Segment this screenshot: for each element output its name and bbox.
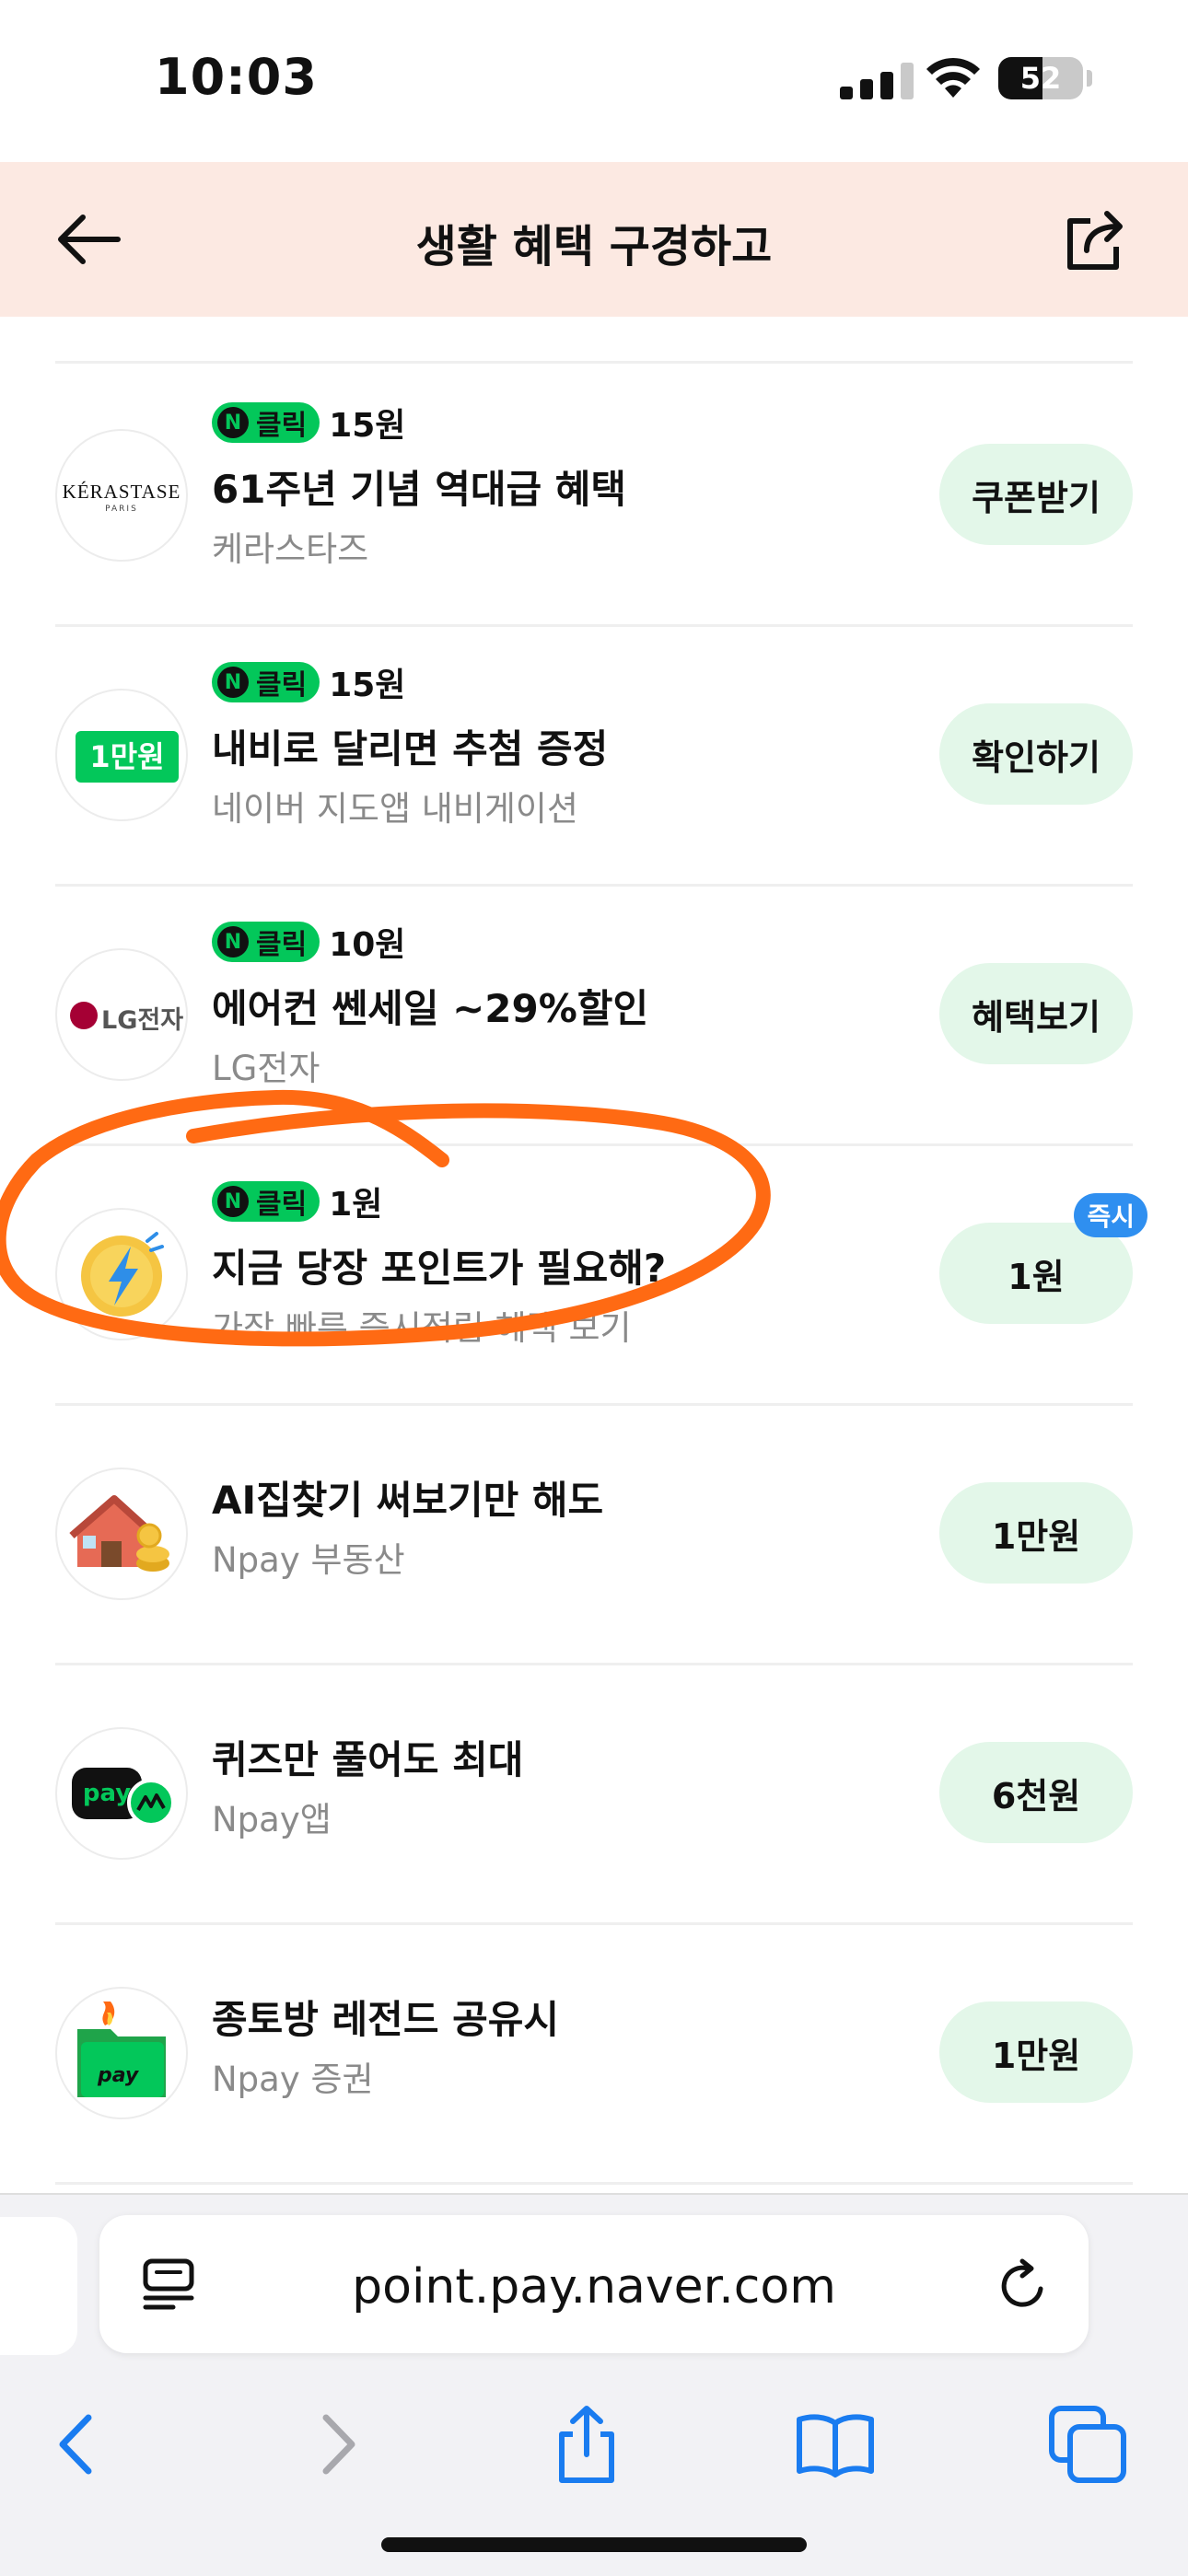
list-item[interactable]: AI집찾기 써보기만 해도 Npay 부동산 1만원 bbox=[55, 1403, 1133, 1665]
annotation-circle bbox=[0, 1089, 771, 1347]
navi-reward-logo: 1만원 bbox=[55, 689, 188, 821]
item-title: 퀴즈만 풀어도 최대 bbox=[212, 1737, 524, 1782]
item-subtitle: Npay 부동산 bbox=[212, 1540, 405, 1580]
list-item[interactable]: 1만원 N 클릭 15원 내비로 달리면 추첨 증정 네이버 지도앱 내비게이션 … bbox=[55, 624, 1133, 887]
click-reward: N 클릭 15원 bbox=[212, 401, 406, 445]
npay-stock-logo: pay bbox=[55, 1987, 188, 2119]
status-time: 10:03 bbox=[155, 48, 318, 106]
reward-amount: 15원 bbox=[329, 407, 406, 445]
battery-icon: 52 bbox=[998, 57, 1083, 99]
item-subtitle: Npay앱 bbox=[212, 1800, 332, 1839]
item-subtitle: 케라스타즈 bbox=[212, 529, 369, 569]
reward-amount: 10원 bbox=[329, 926, 406, 964]
wifi-icon bbox=[926, 57, 980, 98]
naver-n-icon: N bbox=[217, 926, 249, 957]
reload-icon[interactable] bbox=[995, 2256, 1054, 2315]
coupon-button[interactable]: 쿠폰받기 bbox=[939, 444, 1133, 545]
divider bbox=[55, 361, 1133, 364]
cellular-signal-icon bbox=[840, 63, 915, 99]
click-reward: N 클릭 10원 bbox=[212, 921, 406, 964]
reward-button[interactable]: 6천원 bbox=[939, 1742, 1133, 1843]
back-icon[interactable] bbox=[37, 2403, 120, 2486]
page-title: 생활 혜택 구경하고 bbox=[415, 221, 773, 273]
item-title: 내비로 달리면 추첨 증정 bbox=[212, 726, 609, 772]
click-badge: N 클릭 bbox=[212, 662, 320, 702]
item-title: AI집찾기 써보기만 해도 bbox=[212, 1478, 604, 1523]
reward-button[interactable]: 1만원 bbox=[939, 1482, 1133, 1584]
naver-n-icon: N bbox=[217, 407, 249, 438]
click-badge: N 클릭 bbox=[212, 402, 320, 443]
list-item[interactable]: KÉRASTASE PARIS N 클릭 15원 61주년 기념 역대급 혜택 케… bbox=[55, 365, 1133, 627]
home-indicator bbox=[381, 2537, 807, 2552]
item-subtitle: 네이버 지도앱 내비게이션 bbox=[212, 789, 578, 829]
item-title: 61주년 기념 역대급 혜택 bbox=[212, 467, 627, 512]
battery-level: 52 bbox=[1019, 61, 1062, 96]
npay-app-logo: pay bbox=[55, 1727, 188, 1860]
browser-chrome: point.pay.naver.com bbox=[0, 2193, 1188, 2576]
list-item[interactable]: pay 퀴즈만 풀어도 최대 Npay앱 6천원 bbox=[55, 1663, 1133, 1925]
item-title: 에어컨 쎈세일 ~29%할인 bbox=[212, 986, 649, 1031]
naver-n-icon: N bbox=[217, 667, 249, 698]
item-title: 종토방 레전드 공유시 bbox=[212, 1997, 560, 2042]
reward-button[interactable]: 1원 bbox=[939, 1223, 1133, 1324]
reward-amount: 15원 bbox=[329, 667, 406, 704]
forward-icon[interactable] bbox=[295, 2403, 378, 2486]
instant-tag: 즉시 bbox=[1074, 1193, 1147, 1237]
click-badge: N 클릭 bbox=[212, 922, 320, 962]
bookmarks-icon[interactable] bbox=[794, 2403, 877, 2486]
reward-button[interactable]: 1만원 bbox=[939, 2002, 1133, 2103]
previous-tab[interactable] bbox=[0, 2217, 77, 2355]
benefit-button[interactable]: 혜택보기 bbox=[939, 963, 1133, 1064]
address-bar[interactable]: point.pay.naver.com bbox=[99, 2215, 1089, 2353]
url-text: point.pay.naver.com bbox=[352, 2259, 836, 2315]
check-button[interactable]: 확인하기 bbox=[939, 703, 1133, 805]
item-subtitle: Npay 증권 bbox=[212, 2060, 374, 2099]
browser-toolbar bbox=[0, 2379, 1188, 2517]
share-icon[interactable] bbox=[545, 2403, 628, 2486]
battery-cap bbox=[1087, 70, 1092, 87]
list-item[interactable]: pay 종토방 레전드 공유시 Npay 증권 1만원 bbox=[55, 1922, 1133, 2185]
click-reward: N 클릭 15원 bbox=[212, 661, 406, 704]
tabs-icon[interactable] bbox=[1046, 2403, 1129, 2486]
house-coin-icon bbox=[55, 1468, 188, 1600]
nav-header: 생활 혜택 구경하고 bbox=[0, 162, 1188, 317]
status-bar: 10:03 52 bbox=[0, 0, 1188, 162]
share-icon[interactable] bbox=[1059, 203, 1133, 276]
kerastase-logo: KÉRASTASE PARIS bbox=[55, 429, 188, 562]
